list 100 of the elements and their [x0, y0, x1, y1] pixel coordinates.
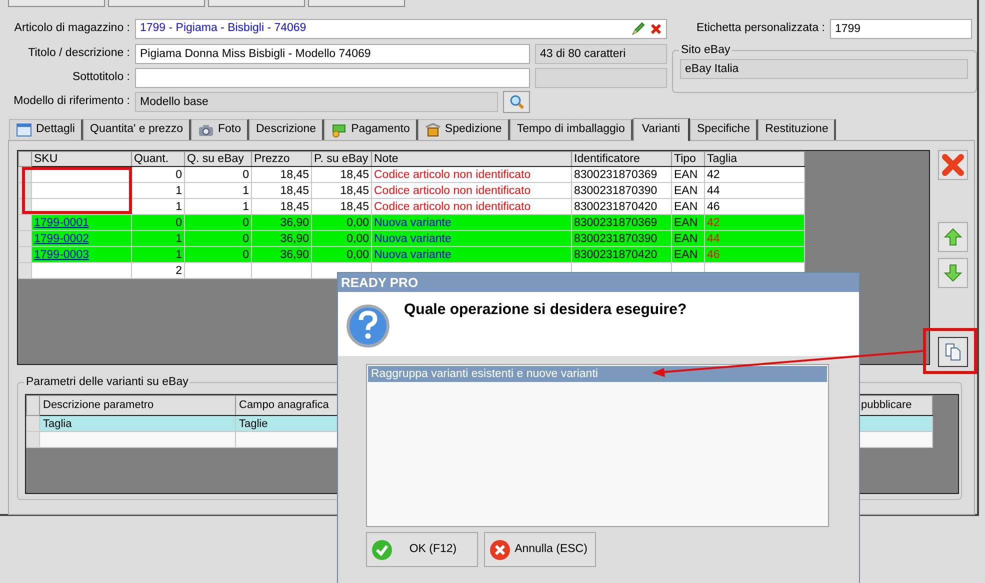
question-icon — [346, 304, 390, 348]
table-cell: 18,45 — [312, 166, 372, 182]
tab[interactable]: Tempo di imballaggio — [510, 119, 633, 140]
subtitle-field[interactable] — [135, 68, 530, 88]
table-cell: 1 — [132, 198, 184, 214]
box-icon — [424, 122, 441, 138]
table-cell: 46 — [704, 246, 804, 262]
column-header: Identificatore — [572, 152, 672, 166]
table-cell: 42 — [704, 166, 804, 182]
highlight-frame — [923, 328, 977, 374]
table-cell: 1 — [132, 182, 184, 198]
table-cell: Nuova variante — [372, 230, 572, 246]
tab[interactable]: Foto — [190, 119, 249, 140]
cancel-button[interactable]: Annulla (ESC) — [484, 532, 596, 567]
reference-model-field: Modello base — [135, 92, 498, 112]
title-field[interactable]: Pigiama Donna Miss Bisbigli - Modello 74069 — [135, 44, 530, 64]
table-cell: Nuova variante — [372, 214, 572, 230]
pencil-icon[interactable] — [630, 21, 646, 37]
column-header: Q. su eBay — [184, 152, 252, 166]
move-down-button[interactable] — [938, 258, 968, 288]
camera-icon — [198, 122, 214, 138]
table-cell: Codice articolo non identificato — [372, 182, 572, 198]
table-cell: 42 — [704, 214, 804, 230]
banknote-icon — [331, 122, 348, 138]
table-cell: 18,45 — [252, 182, 312, 198]
search-icon — [508, 94, 524, 110]
table-cell — [252, 262, 312, 278]
table-cell: 8300231870369 — [572, 166, 672, 182]
tab[interactable]: Spedizione — [418, 119, 510, 140]
tab[interactable]: Descrizione — [249, 119, 324, 140]
tab[interactable]: Restituzione — [758, 119, 836, 140]
table-cell: 18,45 — [252, 198, 312, 214]
delete-button[interactable] — [938, 150, 968, 180]
clear-icon[interactable] — [650, 23, 662, 35]
table-cell: Codice articolo non identificato — [372, 198, 572, 214]
arrow-up-icon — [943, 227, 963, 247]
table-cell: 0 — [132, 166, 184, 182]
tab[interactable]: Dettagli — [9, 119, 83, 140]
table-cell: 1 — [184, 198, 252, 214]
tab[interactable]: Specifiche — [690, 119, 758, 140]
toolbar-button[interactable] — [208, 0, 305, 7]
table-cell: 18,45 — [252, 166, 312, 182]
arrow-down-icon — [943, 263, 963, 283]
field-label: Titolo / descrizione : — [27, 46, 130, 62]
check-icon — [371, 538, 393, 560]
table-cell: 0,00 — [312, 230, 372, 246]
cancel-icon — [489, 538, 511, 560]
ebay-site-field: eBay Italia — [680, 59, 968, 79]
table-cell: 1 — [132, 230, 184, 246]
table-cell: Nuova variante — [372, 246, 572, 262]
field-label: Articolo di magazzino : — [13, 21, 130, 36]
table-cell: 0 — [184, 230, 252, 246]
dialog-title: READY PRO — [338, 273, 859, 292]
delete-icon — [942, 154, 964, 176]
table-cell: 0,00 — [312, 214, 372, 230]
table-cell: EAN — [672, 182, 704, 198]
table-cell: 0 — [184, 214, 252, 230]
table-cell: 36,90 — [252, 246, 312, 262]
move-up-button[interactable] — [938, 222, 968, 252]
table-cell: 8300231870390 — [572, 182, 672, 198]
table-cell: 0 — [184, 166, 252, 182]
row-indicator — [18, 262, 32, 278]
search-button[interactable] — [503, 91, 530, 113]
table-cell: 8300231870390 — [572, 230, 672, 246]
ok-button[interactable]: OK (F12) — [366, 532, 478, 567]
field-label: Modello di riferimento : — [12, 94, 130, 110]
table-cell: 2 — [132, 262, 184, 278]
column-header: Taglia — [704, 152, 804, 166]
table-cell: 0,00 — [312, 246, 372, 262]
custom-label-field[interactable]: 1799 — [830, 19, 972, 39]
table-cell: 0 — [184, 246, 252, 262]
toolbar-button[interactable] — [108, 0, 205, 7]
table-cell: EAN — [672, 214, 704, 230]
table-cell: 46 — [704, 198, 804, 214]
column-header: SKU — [32, 152, 132, 166]
field-label: Sottotitolo : — [71, 70, 130, 86]
tab[interactable]: Pagamento — [324, 119, 418, 140]
toolbar-button[interactable] — [308, 0, 405, 7]
documents-icon — [943, 342, 963, 362]
article-field[interactable]: 1799 - Pigiama - Bisbigli - 74069 — [135, 19, 667, 39]
table-cell: Taglia — [40, 416, 236, 432]
table-cell: 18,45 — [312, 198, 372, 214]
table-cell: 1 — [132, 246, 184, 262]
table-cell: EAN — [672, 230, 704, 246]
table-cell: EAN — [672, 166, 704, 182]
character-counter: 43 di 80 caratteri — [535, 44, 667, 64]
tab[interactable]: Varianti — [632, 118, 690, 141]
copy-button[interactable] — [938, 337, 968, 367]
toolbar-button[interactable] — [8, 0, 105, 7]
table-cell: Codice articolo non identificato — [372, 166, 572, 182]
tab[interactable]: Quantita' e prezzo — [83, 119, 191, 140]
table-cell: 0 — [132, 214, 184, 230]
field-label: Etichetta personalizzata : — [696, 21, 826, 36]
table-cell: 36,90 — [252, 230, 312, 246]
table-cell: 8300231870369 — [572, 214, 672, 230]
table-cell: EAN — [672, 198, 704, 214]
dialog-question: Quale operazione si desidera eseguire? — [404, 300, 687, 320]
table-cell: 44 — [704, 230, 804, 246]
calendar-icon — [16, 122, 32, 138]
column-header: Note — [372, 152, 572, 166]
